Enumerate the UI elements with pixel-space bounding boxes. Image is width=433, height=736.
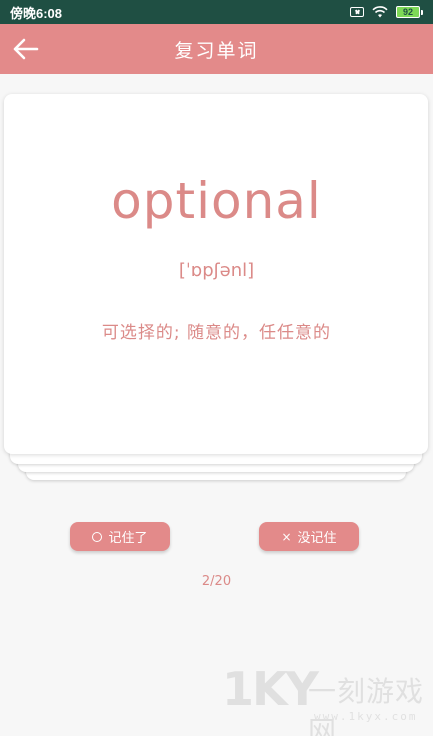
word-text: optional	[111, 172, 322, 230]
remembered-label: 记住了	[108, 531, 148, 546]
battery-level: 92	[396, 6, 420, 18]
page-title: 复习单词	[174, 39, 259, 62]
status-bar: 傍晚6:08 92	[0, 0, 433, 24]
arrow-left-icon	[13, 38, 39, 60]
remembered-button[interactable]: 记住了	[70, 522, 170, 551]
watermark: 1KY 一刻游戏网 www.1kyx.com	[222, 660, 433, 736]
close-icon: ×	[281, 529, 292, 544]
progress-counter: 2/20	[201, 574, 232, 589]
status-time: 傍晚6:08	[10, 5, 63, 21]
no-sim-icon	[350, 7, 364, 17]
meaning-text: 可选择的; 随意的，任任意的	[101, 323, 332, 343]
forgot-button[interactable]: × 没记住	[259, 522, 359, 551]
app-bar: 复习单词	[0, 24, 433, 74]
wifi-icon	[372, 6, 388, 18]
status-icons: 92	[350, 6, 423, 18]
forgot-label: 没记住	[297, 531, 337, 546]
battery-icon: 92	[396, 6, 423, 18]
back-button[interactable]	[8, 32, 42, 66]
phonetic-text: [ˈɒpʃənl]	[178, 260, 255, 281]
circle-icon	[92, 531, 103, 542]
watermark-logo: 1KY	[222, 662, 319, 716]
watermark-text: 一刻游戏网	[308, 675, 425, 736]
watermark-url: www.1kyx.com	[314, 710, 418, 723]
